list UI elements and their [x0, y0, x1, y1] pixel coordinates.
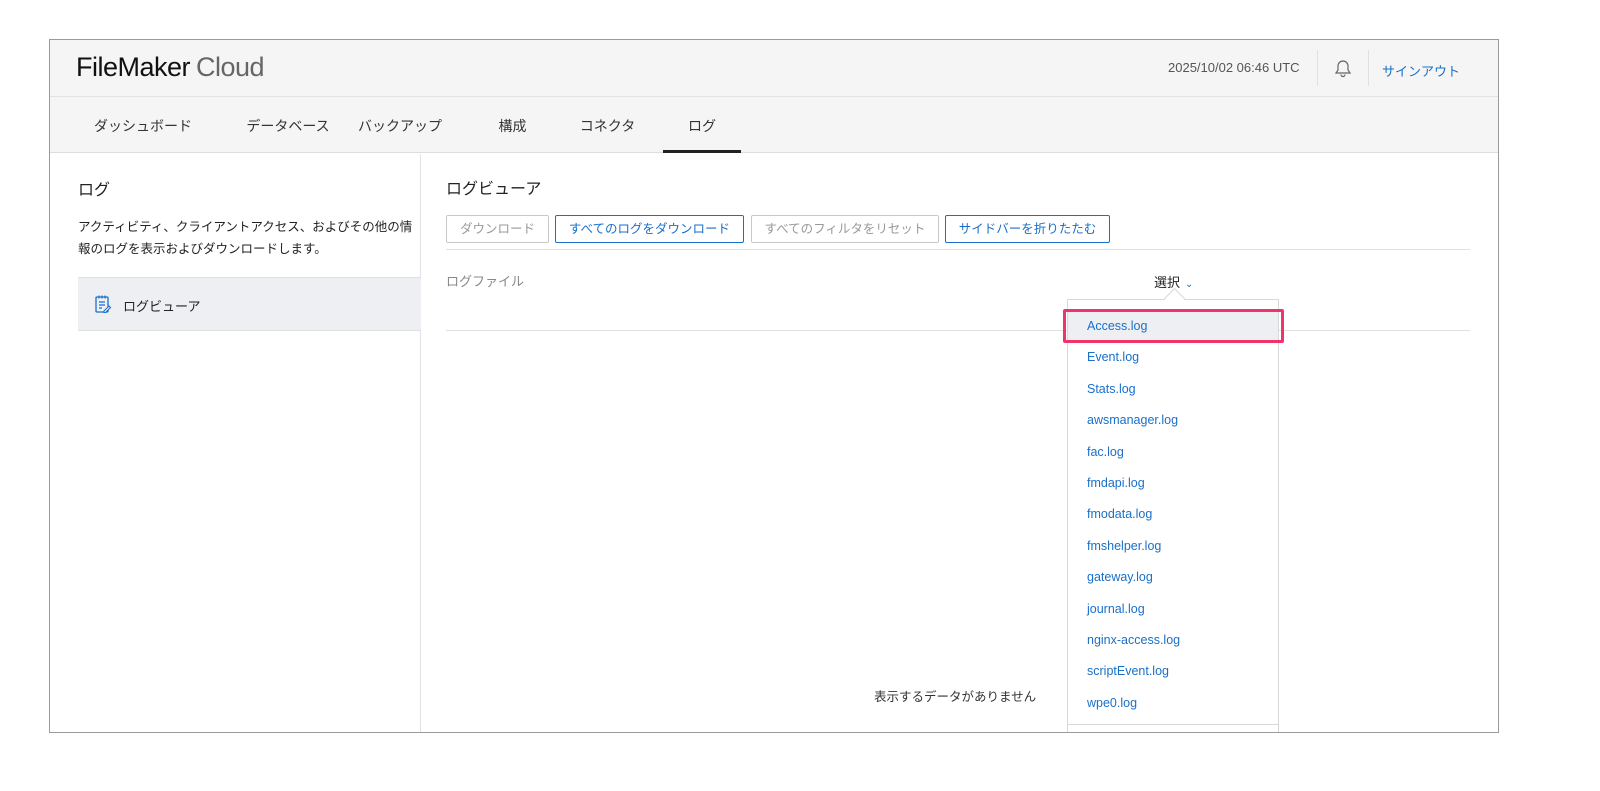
tab-connector[interactable]: コネクタ	[565, 97, 650, 153]
tab-backup[interactable]: バックアップ	[330, 97, 470, 153]
reset-filters-button[interactable]: すべてのフィルタをリセット	[751, 215, 939, 243]
log-file-label: ログファイル	[446, 274, 525, 289]
divider	[1068, 724, 1278, 725]
dropdown-option[interactable]: fac.log	[1068, 437, 1278, 468]
divider	[1317, 50, 1318, 86]
bell-icon[interactable]	[1333, 58, 1353, 78]
select-label: 選択	[1154, 275, 1181, 290]
dropdown-option[interactable]: gateway.log	[1068, 562, 1278, 593]
dropdown-option[interactable]: awsmanager.log	[1068, 405, 1278, 436]
download-button[interactable]: ダウンロード	[446, 215, 549, 243]
tab-dashboard[interactable]: ダッシュボード	[80, 97, 206, 153]
app-window: FileMaker Cloud 2025/10/02 06:46 UTC サインア…	[49, 39, 1499, 733]
empty-message: 表示するデータがありません	[874, 690, 1037, 704]
dropdown-option[interactable]: journal.log	[1068, 594, 1278, 625]
divider	[446, 249, 1470, 250]
dropdown-option[interactable]: Access.log	[1068, 311, 1278, 342]
chevron-down-icon: ⌄	[1185, 279, 1194, 290]
tab-logs[interactable]: ログ	[663, 97, 741, 153]
header: FileMaker Cloud 2025/10/02 06:46 UTC サインア…	[50, 40, 1498, 97]
sidebar-item-log-viewer[interactable]: ログビューア	[78, 277, 421, 331]
dropdown-option[interactable]: nginx-access.log	[1068, 625, 1278, 656]
dropdown-option[interactable]: wpe0.log	[1068, 688, 1278, 719]
notepad-icon	[95, 295, 112, 314]
sidebar-item-label: ログビューア	[123, 299, 201, 314]
sidebar-description: アクティビティ、クライアントアクセス、およびその他の情報のログを表示およびダウン…	[78, 220, 413, 256]
logo-sub: Cloud	[196, 52, 265, 82]
download-all-button[interactable]: すべてのログをダウンロード	[555, 215, 744, 243]
sidebar-title: ログ	[78, 182, 111, 199]
dropdown-option[interactable]: fmshelper.log	[1068, 531, 1278, 562]
signout-link[interactable]: サインアウト	[1382, 61, 1460, 80]
tab-config[interactable]: 構成	[480, 97, 545, 153]
main-nav: ダッシュボード データベース バックアップ 構成 コネクタ ログ	[50, 97, 1498, 153]
dropdown-arrow	[1163, 287, 1186, 310]
dropdown-option[interactable]: scriptEvent.log	[1068, 656, 1278, 687]
logo: FileMaker Cloud	[76, 52, 265, 83]
collapse-sidebar-button[interactable]: サイドバーを折りたたむ	[945, 215, 1110, 243]
dropdown-option[interactable]: Stats.log	[1068, 374, 1278, 405]
main-content: ログビューア ダウンロード すべてのログをダウンロード すべてのフィルタをリセッ…	[446, 154, 1470, 732]
divider	[446, 330, 1470, 331]
sidebar: ログ アクティビティ、クライアントアクセス、およびその他の情報のログを表示および…	[50, 154, 421, 732]
datetime: 2025/10/02 06:46 UTC	[1168, 60, 1300, 75]
divider	[1368, 50, 1369, 86]
logo-main: FileMaker	[76, 52, 191, 82]
page-title: ログビューア	[446, 181, 542, 198]
dropdown-option[interactable]: fmdapi.log	[1068, 468, 1278, 499]
dropdown-option[interactable]: Event.log	[1068, 342, 1278, 373]
log-file-dropdown: Access.log Event.log Stats.log awsmanager.l…	[1063, 287, 1284, 732]
dropdown-option[interactable]: fmodata.log	[1068, 499, 1278, 530]
